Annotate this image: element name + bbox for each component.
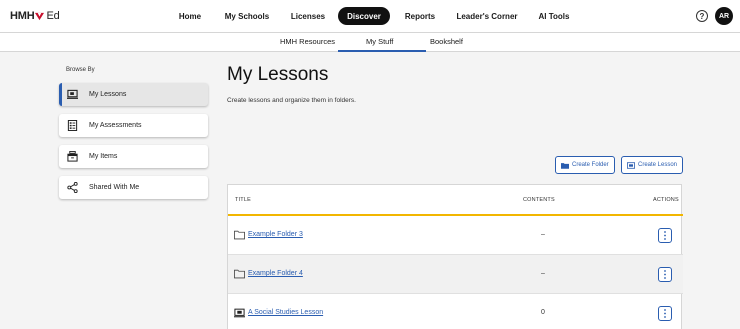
logo-suffix: Ed: [46, 10, 60, 22]
column-header-contents: CONTENTS: [523, 197, 555, 203]
nav-my-schools[interactable]: My Schools: [223, 7, 271, 25]
tab-my-stuff[interactable]: My Stuff: [366, 37, 393, 50]
user-avatar[interactable]: AR: [715, 7, 733, 25]
sidebar-item-shared-with-me[interactable]: Shared With Me: [59, 176, 208, 199]
sidebar-item-label: My Items: [89, 153, 118, 160]
row-actions-button[interactable]: [658, 228, 672, 243]
nav-ai-tools[interactable]: AI Tools: [536, 7, 572, 25]
lesson-monitor-icon: [234, 308, 245, 318]
row-contents: –: [541, 231, 545, 238]
assessment-checklist-icon: [67, 120, 78, 131]
lesson-icon: [627, 161, 635, 169]
nav-home[interactable]: Home: [172, 7, 208, 25]
sidebar-item-my-items[interactable]: My Items: [59, 145, 208, 168]
nav-discover[interactable]: Discover: [338, 7, 390, 25]
row-actions-button[interactable]: [658, 267, 672, 282]
logo-mark-icon: [35, 12, 45, 20]
tab-bookshelf[interactable]: Bookshelf: [430, 37, 463, 50]
table-row: A Social Studies Lesson 0: [228, 294, 683, 329]
top-navigation-bar: HMH Ed Home My Schools Licenses Discover…: [0, 0, 740, 32]
help-icon[interactable]: ?: [696, 10, 708, 22]
row-contents: 0: [541, 309, 545, 316]
row-actions-button[interactable]: [658, 306, 672, 321]
active-tab-indicator: [338, 50, 426, 52]
logo-text: HMH: [10, 10, 35, 22]
create-lesson-label: Create Lesson: [638, 162, 678, 168]
browse-by-heading: Browse By: [66, 67, 95, 73]
more-vertical-icon: [664, 231, 666, 240]
sidebar-item-my-lessons[interactable]: My Lessons: [59, 83, 208, 106]
row-title-link[interactable]: A Social Studies Lesson: [248, 309, 323, 316]
column-header-actions: ACTIONS: [653, 197, 679, 203]
row-title-link[interactable]: Example Folder 4: [248, 270, 303, 277]
create-folder-label: Create Folder: [572, 162, 609, 168]
folder-icon: [561, 162, 569, 169]
sidebar-item-label: My Lessons: [89, 91, 127, 98]
share-icon: [67, 182, 78, 193]
lesson-monitor-icon: [67, 89, 78, 99]
row-contents: –: [541, 270, 545, 277]
table-row: Example Folder 4 –: [228, 255, 683, 294]
hmh-ed-logo[interactable]: HMH Ed: [10, 10, 60, 22]
sidebar-item-my-assessments[interactable]: My Assessments: [59, 114, 208, 137]
sidebar-item-label: Shared With Me: [89, 184, 140, 191]
nav-reports[interactable]: Reports: [402, 7, 438, 25]
lessons-table: TITLE CONTENTS ACTIONS Example Folder 3 …: [227, 184, 683, 329]
tab-hmh-resources[interactable]: HMH Resources: [280, 37, 335, 50]
more-vertical-icon: [664, 270, 666, 279]
column-header-title[interactable]: TITLE: [235, 197, 251, 203]
folder-outline-icon: [234, 269, 245, 279]
more-vertical-icon: [664, 309, 666, 318]
page-title: My Lessons: [227, 64, 329, 85]
folder-outline-icon: [234, 230, 245, 240]
items-tray-icon: [67, 151, 78, 162]
nav-leaders-corner[interactable]: Leader's Corner: [455, 7, 519, 25]
sub-navigation-bar: HMH Resources My Stuff Bookshelf: [0, 32, 740, 52]
create-folder-button[interactable]: Create Folder: [555, 156, 615, 174]
row-title-link[interactable]: Example Folder 3: [248, 231, 303, 238]
page-subtitle: Create lessons and organize them in fold…: [227, 97, 356, 104]
table-row: Example Folder 3 –: [228, 216, 683, 255]
sidebar-item-label: My Assessments: [89, 122, 142, 129]
nav-licenses[interactable]: Licenses: [288, 7, 328, 25]
create-lesson-button[interactable]: Create Lesson: [621, 156, 683, 174]
